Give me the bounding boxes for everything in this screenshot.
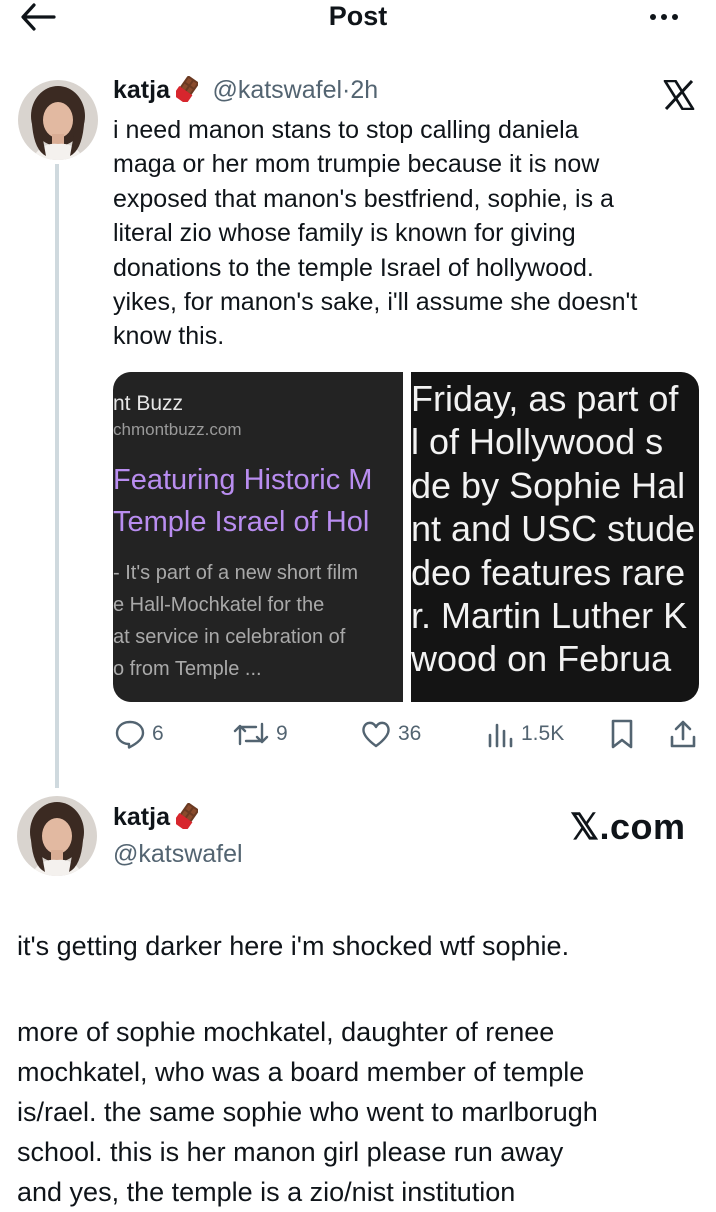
- reply-icon: [115, 720, 145, 749]
- dot: [650, 14, 656, 20]
- repost-count: 9: [276, 722, 288, 745]
- repost-button[interactable]: 9: [232, 716, 288, 752]
- media-grid: nt Buzz chmontbuzz.com Featuring Histori…: [113, 372, 699, 702]
- link-description: - It's part of a new short film: [113, 562, 359, 584]
- card-text-line: mochkatel, who was a board member of tem…: [17, 1057, 585, 1087]
- link-description: e Hall-Mochkatel for the: [113, 594, 325, 616]
- post-text-line: literal zio whose family is known for gi…: [113, 219, 576, 248]
- link-description: at service in celebration of: [113, 626, 346, 648]
- like-count: 36: [398, 722, 422, 745]
- card-text-line: and yes, the temple is a zio/nist instit…: [17, 1177, 516, 1207]
- post-meta: katja @katswafel·2h: [113, 76, 378, 110]
- post-text-line: i need manon stans to stop calling danie…: [113, 116, 579, 144]
- image-text-line: deo features rare: [411, 552, 686, 593]
- x-com-brand: 𝕏.com: [570, 806, 686, 847]
- view-count: 1.5K: [521, 722, 565, 745]
- heart-icon: [362, 721, 390, 748]
- post-text-line: maga or her mom trumpie because it is no…: [113, 150, 600, 179]
- card-text-line: is/rael. the same sophie who went to mar…: [17, 1097, 598, 1127]
- image-text-line: Friday, as part of: [411, 378, 679, 419]
- image-text-line: l of Hollywood s: [411, 421, 664, 462]
- views-chart-icon: [488, 723, 513, 748]
- link-source: nt Buzz: [113, 392, 184, 415]
- card-paragraph: it's getting darker here i'm shocked wtf…: [17, 931, 570, 961]
- post-text-line: exposed that manon's bestfriend, sophie,…: [113, 184, 614, 213]
- like-button[interactable]: 36: [360, 716, 421, 752]
- thread-line: [55, 164, 59, 788]
- card-text-line: more of sophie mochkatel, daughter of re…: [17, 1017, 555, 1047]
- media-image-left[interactable]: nt Buzz chmontbuzz.com Featuring Histori…: [113, 372, 403, 702]
- card-handle: @katswafel: [113, 840, 243, 868]
- card-avatar: [17, 796, 97, 876]
- post-text: i need manon stans to stop calling danie…: [113, 113, 703, 354]
- avatar-image: [17, 796, 97, 876]
- views-button[interactable]: 1.5K: [485, 716, 564, 752]
- image-text-line: de by Sophie Hal: [411, 465, 686, 506]
- share-icon: [670, 720, 696, 748]
- post-text-line: yikes, for manon's sake, i'll assume she…: [113, 288, 638, 317]
- avatar-image: [18, 80, 98, 160]
- post-time[interactable]: 2h: [350, 76, 378, 104]
- link-url: chmontbuzz.com: [113, 420, 242, 439]
- author-name[interactable]: katja: [113, 76, 170, 104]
- image-text-line: nt and USC stude: [411, 508, 696, 549]
- bookmark-button[interactable]: [608, 716, 636, 752]
- share-button[interactable]: [668, 716, 698, 752]
- image-text-line: wood on Februa: [411, 638, 672, 679]
- link-description: o from Temple ...: [113, 658, 262, 680]
- card-text-line: school. this is her manon girl please ru…: [17, 1137, 564, 1167]
- post-text-line: know this.: [113, 322, 225, 351]
- dot: [672, 14, 678, 20]
- card-author-name: katja: [113, 803, 170, 831]
- author-handle[interactable]: @katswafel: [212, 76, 342, 104]
- card-author: katja: [113, 803, 198, 832]
- dot: [661, 14, 667, 20]
- chocolate-emoji-icon: [175, 76, 198, 102]
- link-headline: Featuring Historic M: [113, 464, 373, 496]
- link-headline: Temple Israel of Hol: [113, 506, 370, 538]
- repost-icon: [233, 722, 269, 746]
- post-text-line: donations to the temple Israel of hollyw…: [113, 253, 594, 282]
- avatar[interactable]: [18, 80, 98, 160]
- chocolate-emoji-icon: [175, 803, 198, 829]
- reply-count: 6: [152, 722, 164, 745]
- bookmark-icon: [611, 719, 633, 749]
- more-options-button[interactable]: [644, 2, 684, 32]
- media-image-right[interactable]: Friday, as part of l of Hollywood s de b…: [411, 372, 699, 702]
- image-text-line: r. Martin Luther K: [411, 595, 688, 636]
- card-paragraph: more of sophie mochkatel, daughter of re…: [17, 1012, 707, 1212]
- reply-button[interactable]: 6: [114, 716, 164, 752]
- x-logo-icon: [663, 79, 695, 111]
- top-bar: Post: [0, 0, 716, 36]
- page-title: Post: [328, 1, 388, 31]
